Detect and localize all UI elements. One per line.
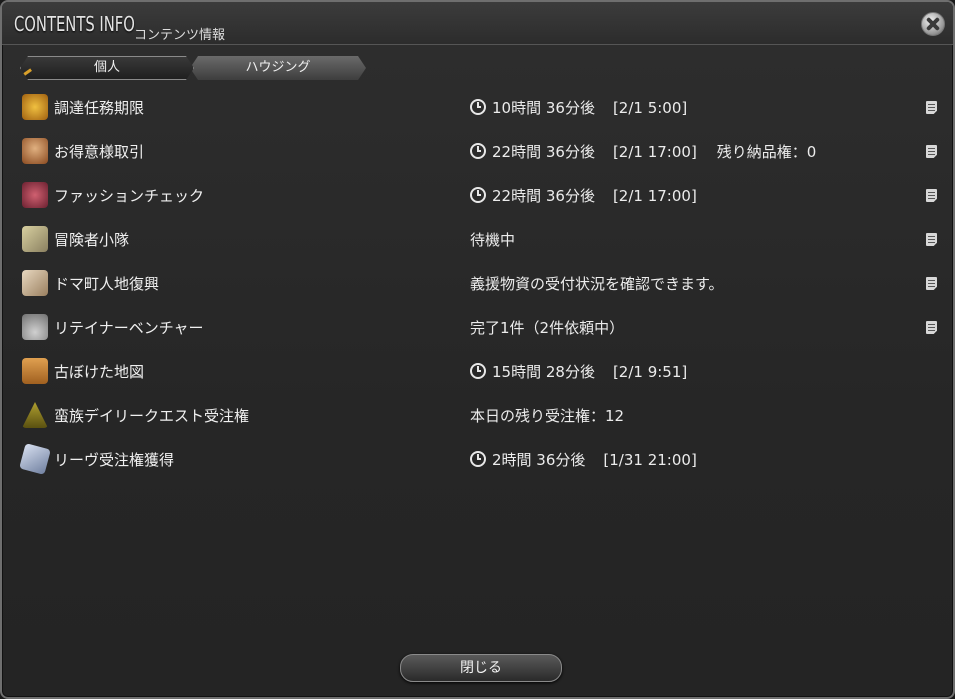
- item-status: 本日の残り受注権：12: [470, 407, 625, 425]
- titlebar[interactable]: CONTENTS INFO コンテンツ情報: [2, 2, 953, 45]
- fashion-rose-icon: [22, 182, 48, 208]
- procurement-icon: [22, 94, 48, 120]
- tribal-quest-icon: [22, 402, 48, 428]
- memo-icon[interactable]: [926, 321, 937, 334]
- levequest-card-icon: [19, 443, 51, 475]
- memo-icon[interactable]: [926, 277, 937, 290]
- clock-icon: [470, 187, 486, 203]
- squadron-scroll-icon: [22, 226, 48, 252]
- reset-date: [2/1 5:00]: [612, 99, 688, 117]
- item-name: 冒険者小隊: [54, 231, 130, 249]
- item-status: 10時間 36分後 [2/1 5:00]: [470, 97, 687, 118]
- allowances-remaining: 残り納品権：0: [716, 143, 817, 161]
- item-name: ファッションチェック: [54, 187, 205, 205]
- item-status: 義援物資の受付状況を確認できます。: [470, 275, 724, 293]
- item-status: 待機中: [470, 231, 516, 249]
- close-button[interactable]: 閉じる: [400, 654, 562, 682]
- reset-date: [2/1 9:51]: [612, 363, 688, 381]
- time-remaining: 15時間 28分後: [492, 363, 595, 381]
- item-name: 古ぼけた地図: [54, 363, 145, 381]
- reset-date: [2/1 17:00]: [612, 187, 697, 205]
- tab-personal-label: 個人: [93, 60, 120, 75]
- list-item-fashion-check[interactable]: ファッションチェック 22時間 36分後 [2/1 17:00]: [2, 175, 953, 215]
- doman-restoration-icon: [22, 270, 48, 296]
- item-name: 調達任務期限: [54, 99, 145, 117]
- time-remaining: 22時間 36分後: [492, 143, 595, 161]
- treasure-map-icon: [22, 358, 48, 384]
- item-name: ドマ町人地復興: [54, 275, 160, 293]
- retainer-bell-icon: [22, 314, 48, 340]
- clock-icon: [470, 451, 486, 467]
- reset-date: [1/31 21:00]: [603, 451, 697, 469]
- list-item-retainer-venture[interactable]: リテイナーベンチャー 完了1件（2件依頼中）: [2, 307, 953, 347]
- time-remaining: 22時間 36分後: [492, 187, 595, 205]
- item-name: リテイナーベンチャー: [54, 319, 204, 337]
- memo-icon[interactable]: [926, 101, 937, 114]
- item-status: 完了1件（2件依頼中）: [470, 319, 625, 337]
- item-status: 22時間 36分後 [2/1 17:00]: [470, 185, 697, 206]
- memo-icon[interactable]: [926, 189, 937, 202]
- list-item-doman-restoration[interactable]: ドマ町人地復興 義援物資の受付状況を確認できます。: [2, 263, 953, 303]
- window-title: CONTENTS INFO: [14, 12, 135, 36]
- list-item-squadron[interactable]: 冒険者小隊 待機中: [2, 219, 953, 259]
- window-subtitle: コンテンツ情報: [134, 28, 226, 43]
- close-window-icon[interactable]: [921, 12, 945, 36]
- tab-personal[interactable]: 個人: [20, 56, 194, 80]
- memo-icon[interactable]: [926, 233, 937, 246]
- item-name: 蛮族デイリークエスト受注権: [54, 407, 250, 425]
- item-status: 2時間 36分後 [1/31 21:00]: [470, 449, 697, 470]
- reset-date: [2/1 17:00]: [612, 143, 697, 161]
- contents-info-window: CONTENTS INFO コンテンツ情報 ハウジング 個人 調達任務期限 10…: [0, 0, 955, 699]
- clock-icon: [470, 363, 486, 379]
- tab-housing-label: ハウジング: [245, 60, 311, 75]
- custom-delivery-icon: [22, 138, 48, 164]
- item-name: リーヴ受注権獲得: [54, 451, 175, 469]
- time-remaining: 2時間 36分後: [492, 451, 586, 469]
- item-status: 15時間 28分後 [2/1 9:51]: [470, 361, 687, 382]
- clock-icon: [470, 99, 486, 115]
- list-item-custom-delivery[interactable]: お得意様取引 22時間 36分後 [2/1 17:00] 残り納品権：0: [2, 131, 953, 171]
- time-remaining: 10時間 36分後: [492, 99, 595, 117]
- tab-housing[interactable]: ハウジング: [190, 56, 366, 80]
- clock-icon: [470, 143, 486, 159]
- list-item-treasure-map[interactable]: 古ぼけた地図 15時間 28分後 [2/1 9:51]: [2, 351, 953, 391]
- item-name: お得意様取引: [54, 143, 145, 161]
- tab-active-marker: [22, 68, 32, 76]
- item-status: 22時間 36分後 [2/1 17:00] 残り納品権：0: [470, 141, 816, 162]
- memo-icon[interactable]: [926, 145, 937, 158]
- list-item-levequest[interactable]: リーヴ受注権獲得 2時間 36分後 [1/31 21:00]: [2, 439, 953, 479]
- list-item-tribal-quests[interactable]: 蛮族デイリークエスト受注権 本日の残り受注権：12: [2, 395, 953, 435]
- list-item-procurement[interactable]: 調達任務期限 10時間 36分後 [2/1 5:00]: [2, 87, 953, 127]
